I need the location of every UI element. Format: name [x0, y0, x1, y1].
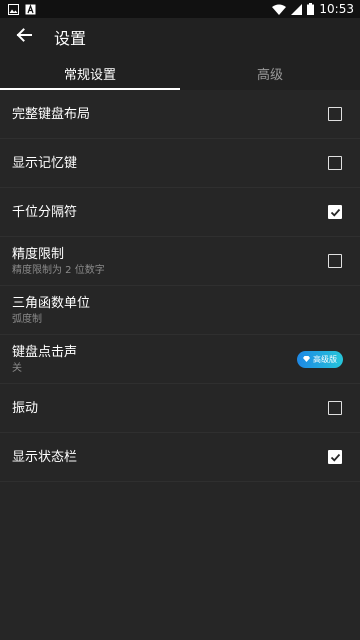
setting-vibration[interactable]: 振动 — [0, 384, 360, 433]
setting-key-click-sound[interactable]: 键盘点击声 关 高级版 — [0, 335, 360, 384]
setting-trig-unit[interactable]: 三角函数单位 弧度制 — [0, 286, 360, 335]
setting-title: 三角函数单位 — [12, 295, 91, 311]
precision-limit-checkbox[interactable] — [328, 254, 342, 268]
checkmark-icon — [330, 203, 341, 222]
setting-thousands-separator[interactable]: 千位分隔符 — [0, 188, 360, 237]
text-a-icon — [25, 0, 36, 19]
tab-advanced[interactable]: 高级 — [180, 56, 360, 90]
full-keyboard-layout-checkbox[interactable] — [328, 107, 342, 121]
setting-title: 显示记忆键 — [12, 155, 78, 171]
setting-subtitle: 精度限制为 2 位数字 — [12, 264, 105, 276]
page-title: 设置 — [54, 29, 87, 48]
checkmark-icon — [330, 448, 341, 467]
setting-title: 键盘点击声 — [12, 344, 78, 360]
setting-show-memory-keys[interactable]: 显示记忆键 — [0, 139, 360, 188]
status-time: 10:53 — [319, 2, 354, 16]
vibration-checkbox[interactable] — [328, 401, 342, 415]
wifi-icon — [272, 0, 287, 19]
setting-precision-limit[interactable]: 精度限制 精度限制为 2 位数字 — [0, 237, 360, 286]
setting-title: 完整键盘布局 — [12, 106, 91, 122]
show-status-bar-checkbox[interactable] — [328, 450, 342, 464]
signal-icon — [291, 0, 303, 19]
diamond-icon — [303, 355, 310, 364]
status-bar: 10:53 — [0, 0, 360, 18]
setting-full-keyboard-layout[interactable]: 完整键盘布局 — [0, 90, 360, 139]
setting-show-status-bar[interactable]: 显示状态栏 — [0, 433, 360, 482]
arrow-left-icon — [15, 26, 33, 48]
thousands-separator-checkbox[interactable] — [328, 205, 342, 219]
back-button[interactable] — [12, 25, 36, 49]
app-toolbar: 设置 — [0, 18, 360, 56]
tab-general[interactable]: 常规设置 — [0, 56, 180, 90]
premium-badge-label: 高级版 — [313, 354, 337, 364]
tab-bar: 常规设置 高级 — [0, 56, 360, 90]
show-memory-keys-checkbox[interactable] — [328, 156, 342, 170]
battery-icon — [307, 0, 315, 19]
settings-list: 完整键盘布局 显示记忆键 千位分隔符 精度限制 精度限制为 2 位数字 三角函数… — [0, 90, 360, 482]
setting-title: 千位分隔符 — [12, 204, 78, 220]
image-icon — [8, 0, 19, 19]
setting-title: 振动 — [12, 400, 39, 416]
premium-badge[interactable]: 高级版 — [297, 350, 343, 368]
setting-title: 显示状态栏 — [12, 449, 78, 465]
setting-subtitle: 弧度制 — [12, 313, 42, 325]
setting-title: 精度限制 — [12, 246, 65, 262]
setting-subtitle: 关 — [12, 362, 22, 374]
